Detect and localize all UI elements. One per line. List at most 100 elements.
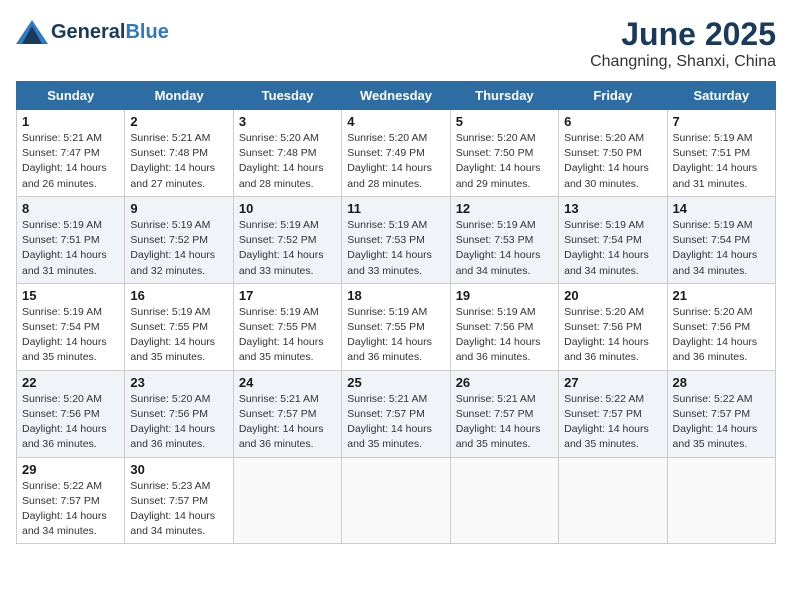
day-info: Sunrise: 5:19 AMSunset: 7:51 PMDaylight:… [22, 218, 119, 279]
calendar-cell: 25 Sunrise: 5:21 AMSunset: 7:57 PMDayligh… [342, 370, 450, 457]
calendar-cell: 19 Sunrise: 5:19 AMSunset: 7:56 PMDayligh… [450, 283, 558, 370]
day-number: 25 [347, 375, 444, 390]
calendar-cell: 5Sunrise: 5:20 AMSunset: 7:50 PMDaylight… [450, 110, 558, 197]
week-row-5: 29 Sunrise: 5:22 AMSunset: 7:57 PMDayligh… [17, 457, 776, 544]
day-number: 16 [130, 288, 227, 303]
calendar-cell: 17 Sunrise: 5:19 AMSunset: 7:55 PMDayligh… [233, 283, 341, 370]
day-number: 29 [22, 462, 119, 477]
col-header-tuesday: Tuesday [233, 82, 341, 110]
day-info: Sunrise: 5:20 AMSunset: 7:56 PMDaylight:… [130, 392, 227, 453]
day-number: 19 [456, 288, 553, 303]
day-info: Sunrise: 5:19 AMSunset: 7:54 PMDaylight:… [564, 218, 661, 279]
logo-blue: Blue [125, 21, 168, 43]
day-info: Sunrise: 5:20 AMSunset: 7:48 PMDaylight:… [239, 131, 336, 192]
day-info: Sunrise: 5:19 AMSunset: 7:55 PMDaylight:… [347, 305, 444, 366]
day-info: Sunrise: 5:21 AMSunset: 7:48 PMDaylight:… [130, 131, 227, 192]
day-info: Sunrise: 5:19 AMSunset: 7:51 PMDaylight:… [673, 131, 770, 192]
calendar-cell: 9 Sunrise: 5:19 AMSunset: 7:52 PMDaylight… [125, 196, 233, 283]
day-info: Sunrise: 5:19 AMSunset: 7:53 PMDaylight:… [456, 218, 553, 279]
day-number: 27 [564, 375, 661, 390]
col-header-wednesday: Wednesday [342, 82, 450, 110]
calendar-cell: 29 Sunrise: 5:22 AMSunset: 7:57 PMDayligh… [17, 457, 125, 544]
day-info: Sunrise: 5:20 AMSunset: 7:50 PMDaylight:… [564, 131, 661, 192]
day-info: Sunrise: 5:22 AMSunset: 7:57 PMDaylight:… [564, 392, 661, 453]
day-info: Sunrise: 5:20 AMSunset: 7:49 PMDaylight:… [347, 131, 444, 192]
week-row-3: 15 Sunrise: 5:19 AMSunset: 7:54 PMDayligh… [17, 283, 776, 370]
calendar-cell: 2 Sunrise: 5:21 AMSunset: 7:48 PMDaylight… [125, 110, 233, 197]
day-number: 1 [22, 114, 119, 129]
day-info: Sunrise: 5:19 AMSunset: 7:56 PMDaylight:… [456, 305, 553, 366]
calendar-cell: 18 Sunrise: 5:19 AMSunset: 7:55 PMDayligh… [342, 283, 450, 370]
calendar-cell: 30 Sunrise: 5:23 AMSunset: 7:57 PMDayligh… [125, 457, 233, 544]
calendar-cell: 22 Sunrise: 5:20 AMSunset: 7:56 PMDayligh… [17, 370, 125, 457]
day-number: 4 [347, 114, 444, 129]
day-info: Sunrise: 5:20 AMSunset: 7:56 PMDaylight:… [22, 392, 119, 453]
week-row-1: 1 Sunrise: 5:21 AMSunset: 7:47 PMDaylight… [17, 110, 776, 197]
day-info: Sunrise: 5:19 AMSunset: 7:54 PMDaylight:… [22, 305, 119, 366]
day-info: Sunrise: 5:21 AMSunset: 7:57 PMDaylight:… [456, 392, 553, 453]
logo: GeneralBlue [16, 16, 169, 48]
day-number: 10 [239, 201, 336, 216]
header: GeneralBlue June 2025 Changning, Shanxi,… [16, 16, 776, 71]
calendar-table: SundayMondayTuesdayWednesdayThursdayFrid… [16, 81, 776, 544]
calendar-cell: 4 Sunrise: 5:20 AMSunset: 7:49 PMDaylight… [342, 110, 450, 197]
day-info: Sunrise: 5:19 AMSunset: 7:55 PMDaylight:… [130, 305, 227, 366]
calendar-cell: 23 Sunrise: 5:20 AMSunset: 7:56 PMDayligh… [125, 370, 233, 457]
day-number: 2 [130, 114, 227, 129]
calendar-cell: 24Sunrise: 5:21 AMSunset: 7:57 PMDayligh… [233, 370, 341, 457]
calendar-cell: 21 Sunrise: 5:20 AMSunset: 7:56 PMDayligh… [667, 283, 775, 370]
calendar-cell: 12 Sunrise: 5:19 AMSunset: 7:53 PMDayligh… [450, 196, 558, 283]
calendar-subtitle: Changning, Shanxi, China [590, 53, 776, 71]
logo-icon [16, 16, 48, 48]
calendar-cell: 16 Sunrise: 5:19 AMSunset: 7:55 PMDayligh… [125, 283, 233, 370]
day-info: Sunrise: 5:20 AMSunset: 7:56 PMDaylight:… [673, 305, 770, 366]
calendar-cell: 28Sunrise: 5:22 AMSunset: 7:57 PMDayligh… [667, 370, 775, 457]
day-number: 18 [347, 288, 444, 303]
day-info: Sunrise: 5:19 AMSunset: 7:53 PMDaylight:… [347, 218, 444, 279]
day-number: 20 [564, 288, 661, 303]
col-header-monday: Monday [125, 82, 233, 110]
col-header-thursday: Thursday [450, 82, 558, 110]
day-info: Sunrise: 5:20 AMSunset: 7:56 PMDaylight:… [564, 305, 661, 366]
day-info: Sunrise: 5:22 AMSunset: 7:57 PMDaylight:… [22, 479, 119, 540]
calendar-cell: 10Sunrise: 5:19 AMSunset: 7:52 PMDayligh… [233, 196, 341, 283]
logo-text: GeneralBlue [16, 16, 169, 48]
day-info: Sunrise: 5:20 AMSunset: 7:50 PMDaylight:… [456, 131, 553, 192]
week-row-2: 8Sunrise: 5:19 AMSunset: 7:51 PMDaylight… [17, 196, 776, 283]
col-header-saturday: Saturday [667, 82, 775, 110]
day-number: 12 [456, 201, 553, 216]
day-info: Sunrise: 5:19 AMSunset: 7:52 PMDaylight:… [130, 218, 227, 279]
calendar-cell: 26Sunrise: 5:21 AMSunset: 7:57 PMDayligh… [450, 370, 558, 457]
calendar-cell: 6 Sunrise: 5:20 AMSunset: 7:50 PMDaylight… [559, 110, 667, 197]
col-header-sunday: Sunday [17, 82, 125, 110]
day-info: Sunrise: 5:19 AMSunset: 7:54 PMDaylight:… [673, 218, 770, 279]
calendar-cell [450, 457, 558, 544]
day-number: 21 [673, 288, 770, 303]
calendar-cell [233, 457, 341, 544]
day-number: 23 [130, 375, 227, 390]
day-number: 22 [22, 375, 119, 390]
calendar-title: June 2025 [590, 16, 776, 53]
day-number: 6 [564, 114, 661, 129]
day-number: 7 [673, 114, 770, 129]
day-info: Sunrise: 5:21 AMSunset: 7:57 PMDaylight:… [347, 392, 444, 453]
day-number: 9 [130, 201, 227, 216]
calendar-cell: 8Sunrise: 5:19 AMSunset: 7:51 PMDaylight… [17, 196, 125, 283]
day-number: 30 [130, 462, 227, 477]
day-number: 15 [22, 288, 119, 303]
day-info: Sunrise: 5:19 AMSunset: 7:55 PMDaylight:… [239, 305, 336, 366]
day-info: Sunrise: 5:23 AMSunset: 7:57 PMDaylight:… [130, 479, 227, 540]
week-row-4: 22 Sunrise: 5:20 AMSunset: 7:56 PMDayligh… [17, 370, 776, 457]
calendar-cell: 7 Sunrise: 5:19 AMSunset: 7:51 PMDaylight… [667, 110, 775, 197]
calendar-cell: 27 Sunrise: 5:22 AMSunset: 7:57 PMDayligh… [559, 370, 667, 457]
calendar-cell: 15 Sunrise: 5:19 AMSunset: 7:54 PMDayligh… [17, 283, 125, 370]
calendar-cell: 1 Sunrise: 5:21 AMSunset: 7:47 PMDaylight… [17, 110, 125, 197]
day-number: 28 [673, 375, 770, 390]
day-info: Sunrise: 5:21 AMSunset: 7:47 PMDaylight:… [22, 131, 119, 192]
day-number: 24 [239, 375, 336, 390]
header-row: SundayMondayTuesdayWednesdayThursdayFrid… [17, 82, 776, 110]
calendar-cell: 20 Sunrise: 5:20 AMSunset: 7:56 PMDayligh… [559, 283, 667, 370]
col-header-friday: Friday [559, 82, 667, 110]
calendar-cell [559, 457, 667, 544]
day-number: 17 [239, 288, 336, 303]
